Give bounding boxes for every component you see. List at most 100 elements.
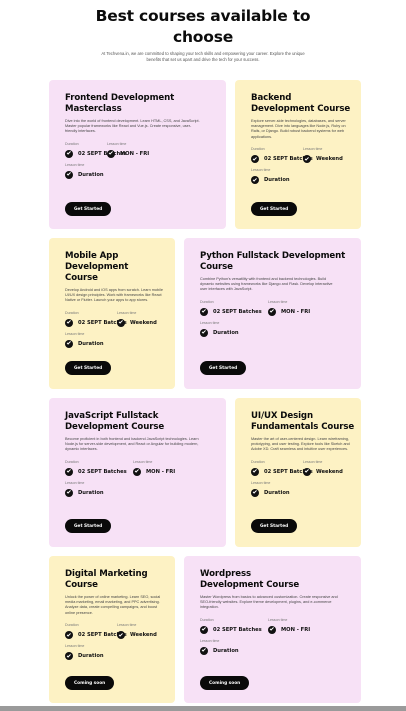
days-label: Lesson time <box>117 310 137 315</box>
batch-info: Duration 02 SEPT Batches <box>65 310 127 327</box>
check-icon <box>268 625 276 634</box>
batch-label: Duration <box>251 146 265 151</box>
get-started-button[interactable]: Get Started <box>65 361 112 375</box>
batch-label: Duration <box>251 459 265 464</box>
days-info: Lesson time MON - FRI <box>268 618 310 634</box>
page-header: Best courses available to choose At Tech… <box>0 6 406 63</box>
duration-info: Lesson time Duration <box>65 332 104 348</box>
days-value: Weekend <box>316 468 343 475</box>
batch-label: Duration <box>65 459 79 464</box>
duration-value: Duration <box>213 329 239 336</box>
duration-label: Lesson time <box>65 331 85 336</box>
check-icon <box>303 467 311 476</box>
check-icon <box>65 149 73 158</box>
get-started-button[interactable]: Get Started <box>65 519 112 533</box>
batch-info: Duration 02 SEPT Batches <box>251 459 313 476</box>
course-title: Frontend Development Masterclass <box>65 93 175 114</box>
days-value: MON - FRI <box>146 468 176 475</box>
get-started-button[interactable]: Get Started <box>251 202 298 216</box>
batch-value: 02 SEPT Batches <box>213 308 262 315</box>
check-icon <box>65 488 73 497</box>
course-title: Digital Marketing Course <box>65 569 148 590</box>
duration-label: Lesson time <box>65 162 85 167</box>
days-info: Lesson time Weekend <box>117 623 157 639</box>
duration-value: Duration <box>264 176 290 183</box>
check-icon <box>268 307 276 316</box>
days-info: Lesson time Weekend <box>117 311 157 327</box>
duration-info: Lesson time Duration <box>251 168 290 184</box>
course-description: Master the art of user-centered design. … <box>251 437 350 452</box>
days-value: MON - FRI <box>281 626 311 633</box>
check-icon <box>251 154 259 163</box>
days-info: Lesson time MON - FRI <box>268 300 310 316</box>
duration-value: Duration <box>78 489 104 496</box>
check-icon <box>65 339 73 348</box>
course-description: Develop Android and iOS apps from scratc… <box>65 288 163 303</box>
days-label: Lesson time <box>268 617 288 622</box>
course-card-frontend: Frontend Development Masterclass Dive in… <box>49 80 226 229</box>
batch-info: Duration 02 SEPT Batches <box>200 617 262 634</box>
get-started-button[interactable]: Get Started <box>200 361 247 375</box>
duration-value: Duration <box>78 340 104 347</box>
days-value: Weekend <box>130 319 157 326</box>
days-label: Lesson time <box>117 622 137 627</box>
batch-label: Duration <box>65 622 79 627</box>
page-title: Best courses available to choose <box>95 7 311 46</box>
batch-info: Duration 02 SEPT Batches <box>65 142 127 158</box>
course-card-backend: Backend Development Course Explore serve… <box>235 80 361 229</box>
get-started-button[interactable]: Get Started <box>65 202 112 216</box>
days-label: Lesson time <box>268 299 288 304</box>
course-title: UI/UX Design Fundamentals Course <box>251 411 355 432</box>
batch-label: Duration <box>200 617 214 622</box>
duration-label: Lesson time <box>65 480 85 485</box>
course-title: Backend Development Course <box>251 93 351 114</box>
batch-info: Duration 02 SEPT Batches <box>65 459 127 476</box>
get-started-button[interactable]: Get Started <box>251 519 298 533</box>
batch-info: Duration 02 SEPT Batches <box>65 622 127 639</box>
course-card-wordpress: Wordpress Development Course Master Word… <box>184 556 361 703</box>
check-icon <box>65 170 73 179</box>
horizontal-scrollbar[interactable] <box>0 706 406 711</box>
batch-info: Duration 02 SEPT Batches <box>251 146 313 163</box>
page-subtitle: At Techvena.in, we are committed to shap… <box>101 51 305 62</box>
batch-info: Duration 02 SEPT Batches <box>200 300 262 316</box>
check-icon <box>200 328 208 337</box>
coming-soon-button[interactable]: Coming soon <box>65 676 115 690</box>
duration-value: Duration <box>78 652 104 659</box>
duration-info: Lesson time Duration <box>200 639 239 655</box>
days-value: Weekend <box>130 631 157 638</box>
days-label: Lesson time <box>107 141 127 146</box>
days-label: Lesson time <box>303 146 323 151</box>
check-icon <box>251 175 259 184</box>
check-icon <box>117 630 125 639</box>
course-title: Python Fullstack Development Course <box>200 251 346 272</box>
check-icon <box>65 318 73 327</box>
batch-label: Duration <box>65 310 79 315</box>
check-icon <box>107 149 115 158</box>
course-card-mobile: Mobile App Development Course Develop An… <box>49 238 175 389</box>
days-label: Lesson time <box>133 459 153 464</box>
course-title: Mobile App Development Course <box>65 251 129 283</box>
course-card-python: Python Fullstack Development Course Comb… <box>184 238 361 389</box>
days-value: MON - FRI <box>281 308 311 315</box>
duration-info: Lesson time Duration <box>251 481 290 497</box>
batch-value: 02 SEPT Batches <box>213 626 262 633</box>
check-icon <box>117 318 125 327</box>
course-description: Become proficient in both frontend and b… <box>65 437 199 452</box>
coming-soon-button[interactable]: Coming soon <box>200 676 250 690</box>
course-card-javascript: JavaScript Fullstack Development Course … <box>49 398 226 547</box>
course-title: JavaScript Fullstack Development Course <box>65 411 165 432</box>
days-value: MON - FRI <box>120 150 150 157</box>
duration-label: Lesson time <box>200 638 220 643</box>
check-icon <box>200 307 208 316</box>
check-icon <box>65 630 73 639</box>
check-icon <box>251 467 259 476</box>
days-info: Lesson time Weekend <box>303 147 343 163</box>
days-info: Lesson time MON - FRI <box>133 460 175 476</box>
check-icon <box>303 154 311 163</box>
duration-info: Lesson time Duration <box>65 163 104 179</box>
duration-info: Lesson time Duration <box>200 321 239 337</box>
course-title: Wordpress Development Course <box>200 569 300 590</box>
duration-info: Lesson time Duration <box>65 644 104 660</box>
days-value: Weekend <box>316 155 343 162</box>
